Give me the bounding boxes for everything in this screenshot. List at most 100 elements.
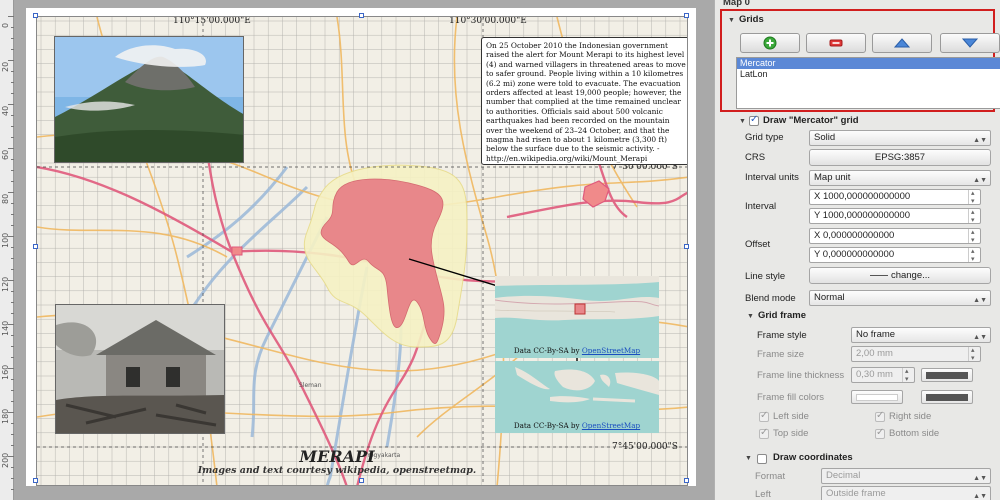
format-select[interactable]: Decimal ▲▼ bbox=[821, 468, 991, 484]
ruler-minor-tick bbox=[11, 258, 14, 259]
crs-label: CRS bbox=[745, 152, 766, 163]
spin-arrows-icon[interactable] bbox=[968, 209, 980, 223]
osm-link-2[interactable]: OpenStreetMap bbox=[582, 421, 640, 430]
ruler-minor-tick bbox=[11, 291, 14, 292]
overview-map-java[interactable]: Data CC-By-SA by OpenStreetMap bbox=[495, 276, 659, 358]
spin-arrows-icon[interactable] bbox=[968, 347, 980, 361]
blend-mode-label: Blend mode bbox=[745, 293, 796, 304]
spin-arrows-icon[interactable] bbox=[968, 190, 980, 204]
chevron-down-icon: ▲▼ bbox=[973, 475, 987, 482]
ruler-label: 180 bbox=[1, 408, 10, 424]
spin-arrows-icon[interactable] bbox=[902, 368, 914, 382]
ruler-minor-tick bbox=[11, 203, 14, 204]
map-subtitle[interactable]: Images and text courtesy wikipedia, open… bbox=[177, 465, 497, 476]
coord-label-top-left: 110°15'00.000"E bbox=[173, 16, 251, 26]
ruler-minor-tick bbox=[11, 401, 14, 402]
frame-fill-color2-button[interactable] bbox=[921, 390, 973, 404]
grid-frame-title[interactable]: ▼ Grid frame bbox=[747, 310, 806, 321]
ruler-label: 20 bbox=[1, 61, 10, 72]
move-grid-down-button[interactable] bbox=[940, 33, 1000, 53]
ruler-minor-tick bbox=[11, 269, 14, 270]
chevron-down-icon: ▲▼ bbox=[973, 334, 987, 341]
frame-line-color-button[interactable] bbox=[921, 368, 973, 382]
frame-line-thickness-spinbox[interactable]: 0,30 mm bbox=[851, 367, 915, 383]
grids-section: ▼ Grids Mercator LatLon bbox=[720, 9, 1000, 112]
ruler-minor-tick bbox=[11, 379, 14, 380]
selection-handle[interactable] bbox=[33, 244, 38, 249]
crs-button[interactable]: EPSG:3857 bbox=[809, 149, 991, 166]
osm-link-1[interactable]: OpenStreetMap bbox=[582, 346, 640, 355]
ruler-minor-tick bbox=[11, 181, 14, 182]
left-label: Left bbox=[755, 489, 771, 500]
ruler-minor-tick bbox=[11, 335, 14, 336]
add-grid-button[interactable] bbox=[740, 33, 800, 53]
spin-arrows-icon[interactable] bbox=[968, 229, 980, 243]
interval-x-spinbox[interactable]: X 1000,000000000000 bbox=[809, 189, 981, 205]
selection-handle[interactable] bbox=[684, 478, 689, 483]
description-textbox[interactable]: On 25 October 2010 the Indonesian govern… bbox=[481, 37, 687, 165]
ruler-minor-tick bbox=[11, 445, 14, 446]
volcano-image bbox=[55, 37, 243, 162]
offset-x-spinbox[interactable]: X 0,000000000000 bbox=[809, 228, 981, 244]
volcano-photo[interactable] bbox=[54, 36, 244, 163]
selection-handle[interactable] bbox=[684, 13, 689, 18]
interval-units-label: Interval units bbox=[745, 172, 799, 183]
right-side-checkbox[interactable] bbox=[875, 410, 885, 422]
chevron-down-icon: ▲▼ bbox=[973, 493, 987, 500]
top-side-label: Top side bbox=[773, 428, 809, 439]
chevron-down-icon: ▲▼ bbox=[973, 137, 987, 144]
inset1-caption: Data CC-By-SA by OpenStreetMap bbox=[513, 346, 641, 355]
composer-canvas[interactable]: 0 20 40 60 80 100 120 140 160 180 200 Sl… bbox=[0, 0, 714, 500]
remove-grid-button[interactable] bbox=[806, 33, 866, 53]
collapse-triangle-icon: ▼ bbox=[747, 313, 754, 320]
interval-units-select[interactable]: Map unit ▲▼ bbox=[809, 170, 991, 186]
item-properties-panel: Map 0 ▼ Grids Mercator LatLon ▼ ✓ Draw "… bbox=[714, 0, 1000, 500]
composer-page[interactable]: Sleman Yogyakarta 110°15'00.000"E 110°30… bbox=[26, 8, 696, 486]
color-swatch bbox=[926, 394, 968, 401]
offset-y-spinbox[interactable]: Y 0,000000000000 bbox=[809, 247, 981, 263]
left-position-select[interactable]: Outside frame ▲▼ bbox=[821, 486, 991, 500]
interval-y-spinbox[interactable]: Y 1000,000000000000 bbox=[809, 208, 981, 224]
line-style-label: Line style bbox=[745, 271, 786, 282]
destroyed-house-photo[interactable] bbox=[55, 304, 225, 434]
overview-map-indonesia[interactable]: Data CC-By-SA by OpenStreetMap bbox=[495, 361, 659, 433]
grid-list-item-latlon[interactable]: LatLon bbox=[737, 69, 1000, 80]
coord-label-top-right: 110°30'00.000"E bbox=[449, 16, 527, 26]
bottom-side-label: Bottom side bbox=[889, 428, 940, 439]
ruler-label: 60 bbox=[1, 149, 10, 160]
frame-style-select[interactable]: No frame ▲▼ bbox=[851, 327, 991, 343]
arrow-up-icon bbox=[894, 38, 910, 48]
ruler-label: 80 bbox=[1, 193, 10, 204]
line-style-button[interactable]: change... bbox=[809, 267, 991, 284]
grids-list[interactable]: Mercator LatLon bbox=[736, 57, 1000, 109]
ruler-minor-tick bbox=[11, 302, 14, 303]
selection-handle[interactable] bbox=[359, 13, 364, 18]
plus-icon bbox=[763, 36, 777, 50]
grid-type-select[interactable]: Solid ▲▼ bbox=[809, 130, 991, 146]
bottom-side-checkbox[interactable] bbox=[875, 427, 885, 439]
ruler-minor-tick bbox=[11, 82, 14, 83]
selection-handle[interactable] bbox=[33, 478, 38, 483]
move-grid-up-button[interactable] bbox=[872, 33, 932, 53]
blend-mode-select[interactable]: Normal ▲▼ bbox=[809, 290, 991, 306]
frame-fill-colors-label: Frame fill colors bbox=[757, 392, 825, 403]
format-label: Format bbox=[755, 471, 786, 482]
map-title[interactable]: MERAPI bbox=[207, 447, 467, 466]
ruler-minor-tick bbox=[11, 93, 14, 94]
draw-coordinates-checkbox[interactable] bbox=[757, 454, 767, 464]
spin-arrows-icon[interactable] bbox=[968, 248, 980, 262]
grid-list-item-mercator[interactable]: Mercator bbox=[737, 58, 1000, 69]
selection-handle[interactable] bbox=[33, 13, 38, 18]
draw-grid-checkbox[interactable] bbox=[749, 114, 759, 126]
ruler-minor-tick bbox=[11, 423, 14, 424]
selection-handle[interactable] bbox=[359, 478, 364, 483]
selection-handle[interactable] bbox=[684, 244, 689, 249]
frame-size-spinbox[interactable]: 2,00 mm bbox=[851, 346, 981, 362]
ruler-minor-tick bbox=[11, 346, 14, 347]
map-item[interactable]: Sleman Yogyakarta 110°15'00.000"E 110°30… bbox=[36, 16, 688, 486]
ruler-minor-tick bbox=[11, 126, 14, 127]
frame-fill-color1-button[interactable] bbox=[851, 390, 903, 404]
left-side-checkbox[interactable] bbox=[759, 410, 769, 422]
grids-title[interactable]: ▼ Grids bbox=[728, 14, 764, 25]
top-side-checkbox[interactable] bbox=[759, 427, 769, 439]
